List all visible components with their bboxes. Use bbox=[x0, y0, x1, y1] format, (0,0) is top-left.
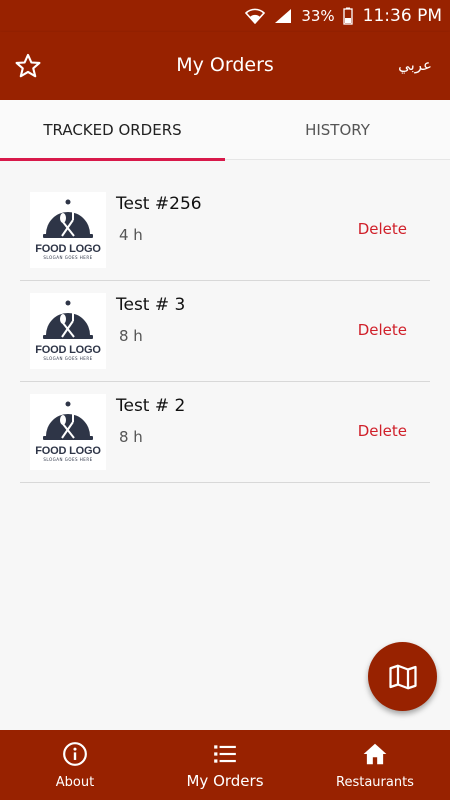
language-toggle[interactable]: عربي bbox=[398, 56, 432, 74]
order-name: Test #256 bbox=[116, 194, 202, 214]
order-name: Test # 2 bbox=[116, 396, 186, 416]
home-icon bbox=[363, 743, 387, 765]
nav-my-orders-label: My Orders bbox=[186, 772, 264, 790]
battery-icon bbox=[343, 7, 353, 25]
clock: 11:36 PM bbox=[362, 6, 442, 26]
logo-text: FOOD LOGO bbox=[35, 445, 101, 457]
signal-icon bbox=[273, 8, 293, 24]
nav-restaurants[interactable]: Restaurants bbox=[300, 730, 450, 800]
map-icon bbox=[388, 664, 417, 689]
order-row[interactable]: FOOD LOGO SLOGAN GOES HERE Test # 2 8 h … bbox=[20, 382, 430, 483]
order-name: Test # 3 bbox=[116, 295, 186, 315]
nav-restaurants-label: Restaurants bbox=[336, 775, 414, 790]
delete-button[interactable]: Delete bbox=[358, 220, 407, 238]
delete-button[interactable]: Delete bbox=[358, 422, 407, 440]
restaurant-logo: FOOD LOGO SLOGAN GOES HERE bbox=[30, 192, 106, 268]
list-icon bbox=[214, 745, 236, 763]
nav-my-orders[interactable]: My Orders bbox=[150, 730, 300, 800]
orders-list: FOOD LOGO SLOGAN GOES HERE Test #256 4 h… bbox=[20, 180, 430, 483]
cloche-icon bbox=[43, 300, 93, 339]
restaurant-logo: FOOD LOGO SLOGAN GOES HERE bbox=[30, 293, 106, 369]
restaurant-logo: FOOD LOGO SLOGAN GOES HERE bbox=[30, 394, 106, 470]
delete-button[interactable]: Delete bbox=[358, 321, 407, 339]
nav-about[interactable]: About bbox=[0, 730, 150, 800]
order-time: 8 h bbox=[119, 428, 143, 446]
order-row[interactable]: FOOD LOGO SLOGAN GOES HERE Test #256 4 h… bbox=[20, 180, 430, 281]
logo-text: FOOD LOGO bbox=[35, 344, 101, 356]
logo-text: FOOD LOGO bbox=[35, 243, 101, 255]
order-row[interactable]: FOOD LOGO SLOGAN GOES HERE Test # 3 8 h … bbox=[20, 281, 430, 382]
cloche-icon bbox=[43, 199, 93, 238]
tab-history[interactable]: HISTORY bbox=[225, 100, 450, 160]
status-bar: 33% 11:36 PM bbox=[0, 0, 450, 32]
map-button[interactable] bbox=[368, 642, 437, 711]
logo-slogan: SLOGAN GOES HERE bbox=[43, 356, 93, 361]
order-time: 8 h bbox=[119, 327, 143, 345]
wifi-icon bbox=[245, 8, 266, 24]
logo-slogan: SLOGAN GOES HERE bbox=[43, 457, 93, 462]
page-title: My Orders bbox=[176, 54, 274, 76]
app-bar: My Orders عربي bbox=[0, 32, 450, 100]
tab-bar: TRACKED ORDERS HISTORY bbox=[0, 100, 450, 161]
cloche-icon bbox=[43, 401, 93, 440]
tab-tracked-orders[interactable]: TRACKED ORDERS bbox=[0, 100, 225, 161]
info-icon bbox=[63, 742, 87, 766]
battery-percent: 33% bbox=[301, 7, 335, 25]
order-time: 4 h bbox=[119, 226, 143, 244]
nav-about-label: About bbox=[55, 775, 95, 790]
bottom-nav: About My Orders Restaurants bbox=[0, 730, 450, 800]
logo-slogan: SLOGAN GOES HERE bbox=[43, 255, 93, 260]
